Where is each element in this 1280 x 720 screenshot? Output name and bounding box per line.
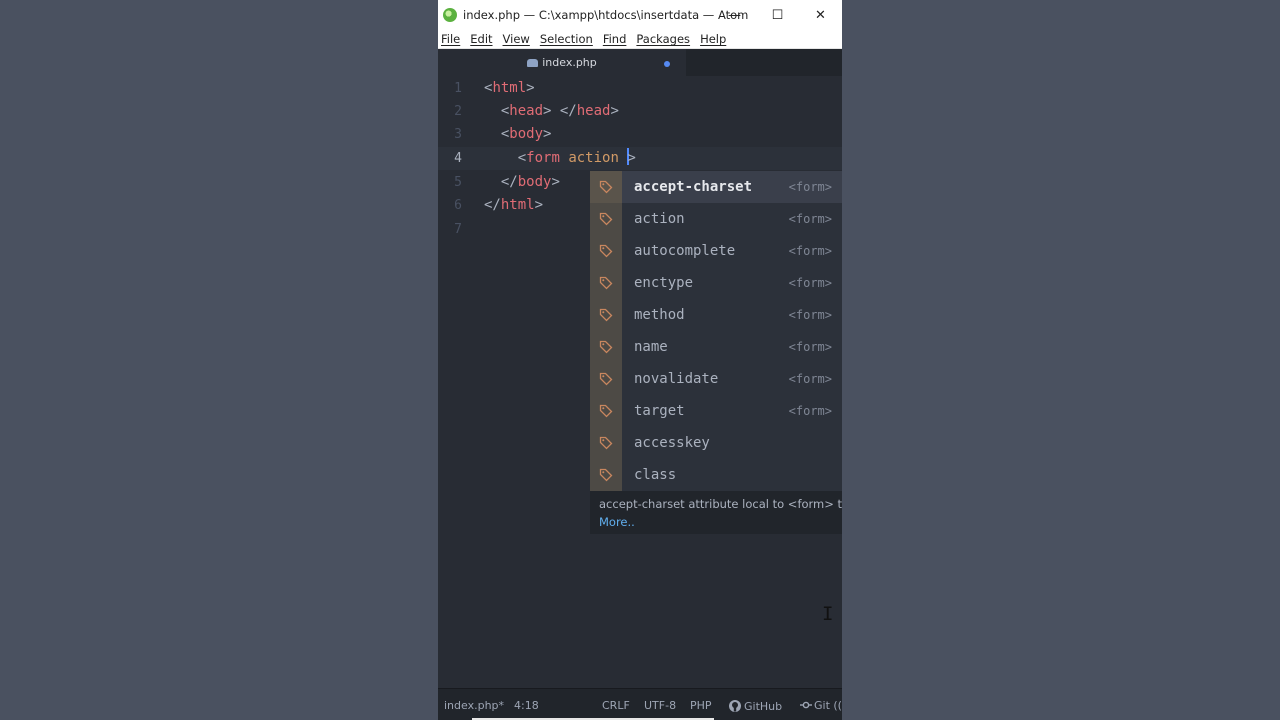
code-line-active: 4 <form action > — [438, 147, 842, 170]
autocomplete-type: <form> — [788, 244, 832, 258]
menu-edit[interactable]: Edit — [470, 32, 492, 46]
status-git[interactable]: Git (( — [800, 699, 842, 712]
status-file-name[interactable]: index.php* — [444, 699, 504, 712]
window-controls: — ☐ ✕ — [713, 0, 842, 30]
tag-icon — [590, 235, 622, 267]
autocomplete-list: accept-charset <form> action <form> auto… — [590, 171, 842, 491]
autocomplete-label: novalidate — [634, 371, 719, 387]
autocomplete-label: class — [634, 467, 677, 483]
code-line: 3 <body> — [438, 123, 842, 146]
github-label: GitHub — [744, 700, 783, 713]
code-line: 1 <html> — [438, 77, 842, 100]
maximize-button[interactable]: ☐ — [756, 0, 799, 30]
tag-icon — [590, 267, 622, 299]
code-text: </body> — [484, 174, 560, 190]
status-cursor-position[interactable]: 4:18 — [514, 699, 539, 712]
minimize-button[interactable]: — — [713, 0, 756, 30]
tab-label: index.php — [542, 56, 597, 69]
code-text: <head> </head> — [484, 103, 619, 119]
tag-icon — [590, 203, 622, 235]
line-number: 6 — [454, 198, 462, 213]
status-bar: index.php* 4:18 CRLF UTF-8 PHP GitHub Gi… — [438, 688, 842, 720]
code-line: 2 <head> </head> — [438, 100, 842, 123]
menu-bar: File Edit View Selection Find Packages H… — [438, 30, 842, 49]
autocomplete-type: <form> — [788, 372, 832, 386]
php-file-icon — [527, 58, 539, 67]
atom-window: index.php — C:\xampp\htdocs\insertdata —… — [438, 0, 842, 720]
tab-bar: index.php — [438, 49, 842, 76]
tag-icon — [590, 299, 622, 331]
code-editor[interactable]: 1 <html> 2 <head> </head> 3 <body> 4 <fo… — [438, 77, 842, 688]
autocomplete-type: <form> — [788, 212, 832, 226]
atom-logo-icon — [443, 8, 457, 22]
close-button[interactable]: ✕ — [799, 0, 842, 30]
status-encoding[interactable]: UTF-8 — [644, 699, 676, 712]
window-title: index.php — C:\xampp\htdocs\insertdata —… — [463, 8, 749, 22]
more-link[interactable]: More.. — [599, 515, 842, 529]
text-cursor — [627, 148, 630, 165]
autocomplete-item[interactable]: name <form> — [590, 331, 842, 363]
background-left — [0, 0, 438, 720]
autocomplete-label: autocomplete — [634, 243, 736, 259]
autocomplete-label: action — [634, 211, 685, 227]
autocomplete-label: accept-charset — [634, 179, 753, 195]
autocomplete-description: accept-charset attribute local to <form>… — [590, 491, 842, 534]
background-right — [842, 0, 1280, 720]
autocomplete-item[interactable]: method <form> — [590, 299, 842, 331]
line-number: 7 — [454, 222, 462, 237]
autocomplete-item[interactable]: accept-charset <form> — [590, 171, 842, 203]
git-commit-icon — [800, 701, 812, 709]
git-label: Git (( — [814, 699, 842, 712]
modified-indicator-icon — [664, 61, 670, 67]
autocomplete-item[interactable]: target <form> — [590, 395, 842, 427]
autocomplete-item[interactable]: action <form> — [590, 203, 842, 235]
code-text: <body> — [484, 126, 552, 142]
code-text: <form action > — [484, 148, 636, 166]
autocomplete-type: <form> — [788, 308, 832, 322]
tag-icon — [590, 363, 622, 395]
tag-icon — [590, 459, 622, 491]
autocomplete-item[interactable]: autocomplete <form> — [590, 235, 842, 267]
autocomplete-item[interactable]: novalidate <form> — [590, 363, 842, 395]
menu-view[interactable]: View — [503, 32, 530, 46]
menu-help[interactable]: Help — [700, 32, 726, 46]
autocomplete-label: name — [634, 339, 668, 355]
autocomplete-label: target — [634, 403, 685, 419]
autocomplete-label: enctype — [634, 275, 694, 291]
tag-icon — [590, 427, 622, 459]
autocomplete-type: <form> — [788, 276, 832, 290]
status-grammar[interactable]: PHP — [690, 699, 712, 712]
github-icon — [729, 700, 741, 712]
autocomplete-item[interactable]: enctype <form> — [590, 267, 842, 299]
autocomplete-item[interactable]: class — [590, 459, 842, 491]
menu-selection[interactable]: Selection — [540, 32, 593, 46]
tab-index-php[interactable]: index.php — [438, 49, 686, 76]
tag-icon — [590, 171, 622, 203]
tag-icon — [590, 395, 622, 427]
autocomplete-item[interactable]: accesskey — [590, 427, 842, 459]
line-number: 3 — [454, 127, 462, 142]
autocomplete-type: <form> — [788, 404, 832, 418]
menu-find[interactable]: Find — [603, 32, 627, 46]
tag-icon — [590, 331, 622, 363]
line-number: 1 — [454, 81, 462, 96]
menu-packages[interactable]: Packages — [636, 32, 690, 46]
line-number: 5 — [454, 175, 462, 190]
autocomplete-label: accesskey — [634, 435, 710, 451]
status-github[interactable]: GitHub — [728, 699, 782, 713]
autocomplete-label: method — [634, 307, 685, 323]
code-text: <html> — [484, 80, 535, 96]
status-line-ending[interactable]: CRLF — [602, 699, 630, 712]
mouse-cursor-ibeam-icon: I — [822, 603, 834, 625]
line-number: 2 — [454, 104, 462, 119]
description-text: accept-charset attribute local to <form>… — [599, 497, 842, 511]
code-text: </html> — [484, 197, 544, 213]
menu-file[interactable]: File — [441, 32, 460, 46]
autocomplete-type: <form> — [788, 180, 832, 194]
line-number: 4 — [454, 151, 462, 166]
autocomplete-type: <form> — [788, 340, 832, 354]
title-bar: index.php — C:\xampp\htdocs\insertdata —… — [438, 0, 842, 30]
